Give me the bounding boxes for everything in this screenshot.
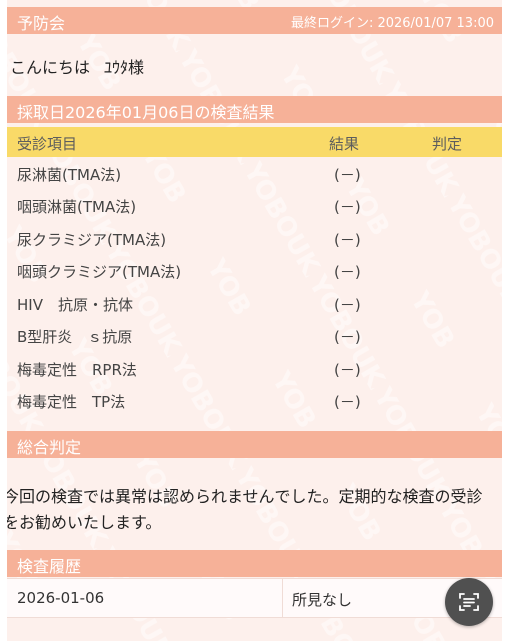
greeting-hello: こんにちは [10, 58, 91, 77]
user-name: ﾕｳﾀ様 [104, 58, 145, 77]
table-row: 尿淋菌(TMA法) (－) [7, 159, 502, 191]
results-section-title: 採取日2026年01月06日の検査結果 [17, 103, 275, 122]
brand-title: 予防会 [17, 14, 66, 33]
scan-text-button[interactable] [445, 578, 493, 626]
table-row: 咽頭淋菌(TMA法) (－) [7, 191, 502, 223]
history-date: 2026-01-06 [17, 589, 105, 607]
test-item-name: 咽頭淋菌(TMA法) [17, 198, 137, 216]
test-result: (－) [334, 393, 361, 411]
results-section-header: 採取日2026年01月06日の検査結果 [7, 96, 502, 123]
test-item-name: 梅毒定性 RPR法 [17, 361, 137, 379]
test-result: (－) [334, 296, 361, 314]
test-item-name: B型肝炎 ｓ抗原 [17, 328, 133, 346]
scan-text-icon [459, 593, 479, 611]
summary-section-header: 総合判定 [7, 431, 502, 458]
table-row: 梅毒定性 TP法 (－) [7, 386, 502, 418]
results-table-header: 受診項目 結果 判定 [7, 127, 502, 157]
test-result: (－) [334, 198, 361, 216]
test-item-name: HIV 抗原・抗体 [17, 296, 133, 314]
table-row: B型肝炎 ｓ抗原 (－) [7, 321, 502, 353]
test-result: (－) [334, 361, 361, 379]
history-section-title: 検査履歴 [17, 557, 82, 576]
table-row: HIV 抗原・抗体 (－) [7, 289, 502, 321]
column-header-judgement: 判定 [432, 135, 463, 153]
app-header: 予防会 最終ログイン: 2026/01/07 13:00 [7, 7, 502, 34]
test-item-name: 咽頭クラミジア(TMA法) [17, 263, 182, 281]
summary-section-title: 総合判定 [17, 438, 82, 457]
greeting-line: こんにちは ﾕｳﾀ様 [10, 54, 144, 78]
table-row: 梅毒定性 RPR法 (－) [7, 354, 502, 386]
test-item-name: 尿クラミジア(TMA法) [17, 231, 167, 249]
table-row: 尿クラミジア(TMA法) (－) [7, 224, 502, 256]
history-divider [282, 579, 283, 617]
test-result: (－) [334, 263, 361, 281]
main-panel: YOBOUKAI YOBOUKAI 予防会 最終ログイン: 2026/01/07… [7, 0, 502, 641]
summary-text: 今回の検査では異常は認められませんでした。定期的な検査の受診をお勧めいたします。 [7, 487, 483, 532]
test-result: (－) [334, 231, 361, 249]
column-header-item: 受診項目 [17, 135, 78, 153]
last-login-text: 最終ログイン: 2026/01/07 13:00 [290, 16, 494, 31]
column-header-result: 結果 [329, 135, 360, 153]
history-row[interactable]: 2026-01-06 所見なし [7, 578, 502, 618]
history-section-header: 検査履歴 [7, 550, 502, 577]
test-result: (－) [334, 166, 361, 184]
history-finding: 所見なし [292, 591, 353, 609]
table-row: 咽頭クラミジア(TMA法) (－) [7, 256, 502, 288]
test-result: (－) [334, 328, 361, 346]
test-item-name: 梅毒定性 TP法 [17, 393, 126, 411]
test-item-name: 尿淋菌(TMA法) [17, 166, 122, 184]
